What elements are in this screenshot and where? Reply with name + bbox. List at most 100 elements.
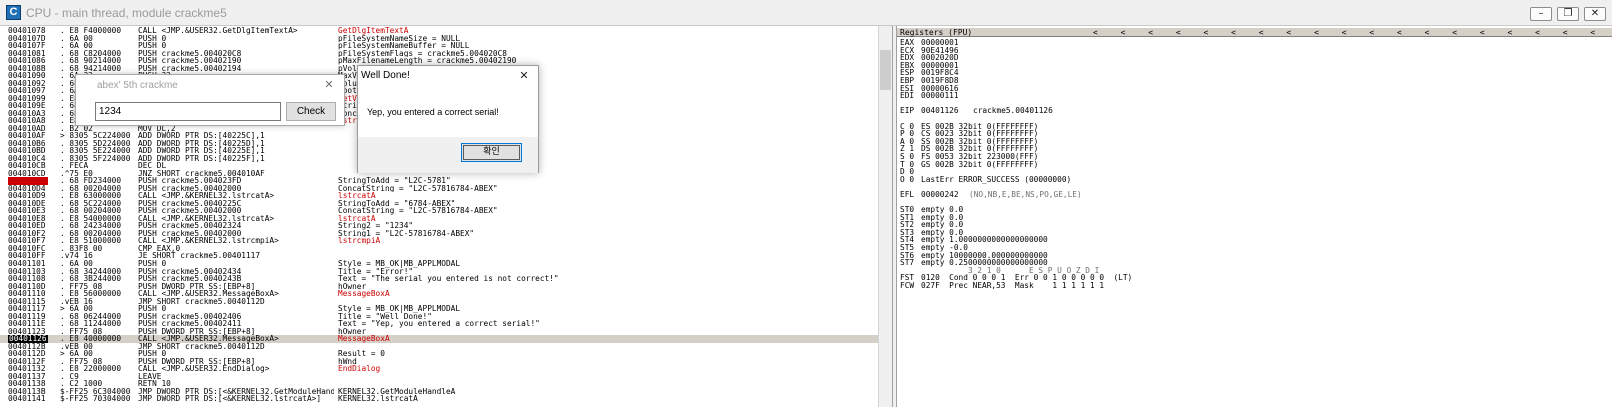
instruction-address[interactable]: 004010D4 (8, 185, 66, 193)
instruction-address[interactable]: 004010A8 (8, 117, 66, 125)
instruction-address[interactable]: 004010D9 (8, 192, 66, 200)
disasm-row[interactable]: 004010FF .v74 16 JE SHORT crackme5.0040111… (0, 252, 878, 260)
disasm-row[interactable]: 004010D9 . E8 63000000 CALL <JMP.&KERNEL32… (0, 192, 878, 200)
disasm-row[interactable]: 00401119 . 68 06244000 PUSH crackme5.00402… (0, 313, 878, 321)
instruction-address[interactable]: 00401108 (8, 275, 66, 283)
instruction-address[interactable]: 004010B6 (8, 140, 66, 148)
instruction-address[interactable]: 004010AF (8, 132, 66, 140)
instruction-address[interactable]: 00401119 (8, 313, 66, 321)
disasm-row[interactable]: 004010E8 . E8 54000000 CALL <JMP.&KERNEL32… (0, 215, 878, 223)
disassembly-scrollbar[interactable] (878, 26, 892, 407)
disasm-row[interactable]: 0040112F . FF75 08 PUSH DWORD PTR SS:[EBP+… (0, 358, 878, 366)
disasm-row[interactable]: 00401110 . E8 56000000 CALL <JMP.&USER32.M… (0, 290, 878, 298)
disasm-row[interactable]: 00401086 . 68 90214000 PUSH crackme5.00402… (0, 57, 878, 65)
instruction-address[interactable]: 00401132 (8, 365, 66, 373)
registers-pane[interactable]: Registers (FPU) < < < < < < < < < < < < … (897, 26, 1612, 407)
disasm-row[interactable]: 0040107D . 6A 00 PUSH 0 pFileSystemNameSize… (0, 35, 878, 43)
instruction-address[interactable]: 00401101 (8, 260, 66, 268)
instruction-address[interactable]: 00401103 (8, 268, 66, 276)
instruction-address[interactable]: 00401097 (8, 87, 66, 95)
disasm-row[interactable]: 0040107F . 6A 00 PUSH 0 pFileSystemNameBuff… (0, 42, 878, 50)
disasm-row[interactable]: 004010CF . 68 FD234000 PUSH crackme5.00402… (0, 177, 878, 185)
disasm-row[interactable]: 0040110D . FF75 08 PUSH DWORD PTR SS:[EBP+… (0, 283, 878, 291)
instruction-address[interactable]: 00401078 (8, 27, 66, 35)
disasm-row[interactable]: 004010DE . 68 5C224000 PUSH crackme5.00402… (0, 200, 878, 208)
instruction-address[interactable]: 00401090 (8, 72, 66, 80)
instruction-address[interactable]: 00401117 (8, 305, 66, 313)
instruction-address[interactable]: 00401138 (8, 380, 66, 388)
instruction-address[interactable]: 0040107D (8, 35, 66, 43)
instruction-address[interactable]: 004010CF (8, 177, 66, 185)
instruction-address[interactable]: 00401110 (8, 290, 66, 298)
disasm-row[interactable]: 0040112D > 6A 00 PUSH 0 Result = 0 (0, 350, 878, 358)
disasm-row[interactable]: 00401081 . 68 C8204000 PUSH crackme5.00402… (0, 50, 878, 58)
serial-input[interactable]: 1234 (95, 102, 281, 121)
disasm-row[interactable]: 00401137 . C9 LEAVE (0, 373, 878, 381)
disasm-row[interactable]: 00401101 . 6A 00 PUSH 0 Style = MB_OK|MB_AP… (0, 260, 878, 268)
close-button[interactable]: ✕ (1584, 7, 1606, 21)
instruction-address[interactable]: 004010F7 (8, 237, 66, 245)
register-view-arrows[interactable]: < < < < < < < < < < < < < < < < < < < (1093, 28, 1595, 37)
register-value[interactable]: 00000242 (921, 191, 959, 199)
instruction-address[interactable]: 004010CB (8, 162, 66, 170)
scrollbar-thumb[interactable] (880, 50, 891, 90)
instruction-address[interactable]: 004010FC (8, 245, 66, 253)
disasm-row[interactable]: 004010ED . 68 24234000 PUSH crackme5.00402… (0, 222, 878, 230)
instruction-address[interactable]: 0040107F (8, 42, 66, 50)
register-value[interactable]: 00000111 (921, 92, 959, 100)
instruction-address[interactable]: 0040111E (8, 320, 66, 328)
instruction-address[interactable]: 004010A3 (8, 110, 66, 118)
disasm-row[interactable]: 004010E3 . 68 00204000 PUSH crackme5.00402… (0, 207, 878, 215)
instruction-address[interactable]: 00401092 (8, 80, 66, 88)
disasm-row[interactable]: 00401141 $-FF25 70304000 JMP DWORD PTR DS:… (0, 395, 878, 403)
register-value[interactable]: 00401126 (921, 107, 959, 115)
instruction-address[interactable]: 004010AD (8, 125, 66, 133)
disasm-row[interactable]: 00401117 > 6A 00 PUSH 0 Style = MB_OK|MB_AP… (0, 305, 878, 313)
instruction-address[interactable]: 00401099 (8, 95, 66, 103)
instruction-address[interactable]: 004010C4 (8, 155, 66, 163)
disasm-row[interactable]: 0040111E . 68 11244000 PUSH crackme5.00402… (0, 320, 878, 328)
disasm-row[interactable]: 004010F7 . E8 51000000 CALL <JMP.&KERNEL32… (0, 237, 878, 245)
disasm-row[interactable]: 00401078 . E8 F4000000 CALL <JMP.&USER32.G… (0, 27, 878, 35)
ok-button[interactable]: 확인 (461, 143, 522, 162)
instruction-address[interactable]: 0040110D (8, 283, 66, 291)
disasm-row[interactable]: 0040113B $-FF25 6C304000 JMP DWORD PTR DS:… (0, 388, 878, 396)
instruction-address[interactable]: 0040109E (8, 102, 66, 110)
instruction-address[interactable]: 00401081 (8, 50, 66, 58)
register-value[interactable]: 027F Prec NEAR,53 Mask 1 1 1 1 1 1 (921, 282, 1104, 290)
instruction-address[interactable]: 004010F2 (8, 230, 66, 238)
disasm-row[interactable]: 004010F2 . 68 00204000 PUSH crackme5.00402… (0, 230, 878, 238)
crackme-close-icon[interactable]: ✕ (319, 78, 339, 92)
disasm-row[interactable]: 0040112B .vEB 00 JMP SHORT crackme5.004011… (0, 343, 878, 351)
instruction-address[interactable]: 00401115 (8, 298, 66, 306)
disasm-row[interactable]: 00401103 . 68 34244000 PUSH crackme5.00402… (0, 268, 878, 276)
instruction-address[interactable]: 00401137 (8, 373, 66, 381)
instruction-address[interactable]: 004010E3 (8, 207, 66, 215)
instruction-address[interactable]: 0040113B (8, 388, 66, 396)
instruction-address[interactable]: 004010FF (8, 252, 66, 260)
disasm-row[interactable]: 00401132 . E8 22000000 CALL <JMP.&USER32.E… (0, 365, 878, 373)
restore-button[interactable]: ❐ (1557, 7, 1579, 21)
registers-header[interactable]: Registers (FPU) < < < < < < < < < < < < … (897, 28, 1612, 37)
disasm-row[interactable]: 00401138 . C2 1000 RETN 10 (0, 380, 878, 388)
instruction-address[interactable]: 004010ED (8, 222, 66, 230)
current-instruction-row[interactable]: 00401126 . E8 40000000 CALL <JMP.&USER32.M… (0, 335, 878, 343)
instruction-address[interactable]: 004010E8 (8, 215, 66, 223)
register-value[interactable]: GS 002B 32bit 0(FFFFFFFF) (921, 160, 1038, 169)
instruction-address[interactable]: 00401126 (8, 335, 66, 343)
instruction-address[interactable]: 00401086 (8, 57, 66, 65)
instruction-address[interactable]: 0040112D (8, 350, 66, 358)
disasm-row[interactable]: 004010FC . 83F8 00 CMP EAX,0 (0, 245, 878, 253)
instruction-address[interactable]: 004010BD (8, 147, 66, 155)
message-box-close-icon[interactable]: ✕ (514, 69, 534, 83)
disasm-row[interactable]: 004010D4 . 68 00204000 PUSH crackme5.00402… (0, 185, 878, 193)
minimize-button[interactable]: – (1530, 7, 1552, 21)
instruction-address[interactable]: 00401123 (8, 328, 66, 336)
disasm-row[interactable]: 00401108 . 68 3B244000 PUSH crackme5.00402… (0, 275, 878, 283)
check-button[interactable]: Check (286, 102, 336, 121)
instruction-address[interactable]: 0040108B (8, 65, 66, 73)
instruction-address[interactable]: 00401141 (8, 395, 66, 403)
register-value[interactable]: LastErr ERROR_SUCCESS (00000000) (921, 175, 1071, 184)
instruction-address[interactable]: 004010CD (8, 170, 66, 178)
disasm-row[interactable]: 00401115 .vEB 16 JMP SHORT crackme5.004011… (0, 298, 878, 306)
